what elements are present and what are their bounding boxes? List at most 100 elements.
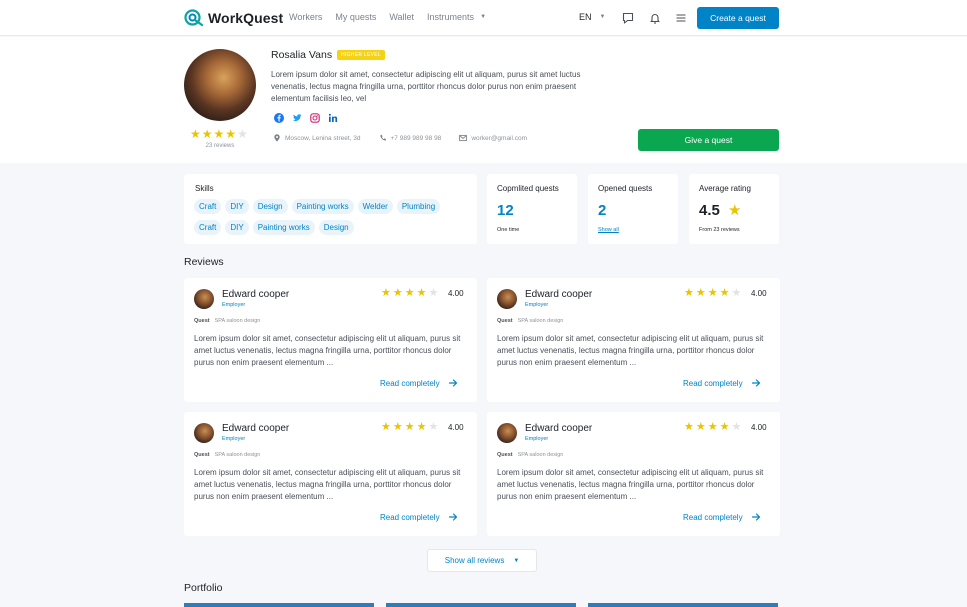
star-empty-icon: ★ (428, 421, 439, 433)
skill-tag[interactable]: Painting works (252, 220, 315, 235)
review-rating: ★ ★ ★ ★ ★ (381, 288, 440, 299)
completed-quests-sub: One time (497, 227, 520, 233)
arrow-right-icon (751, 378, 761, 388)
create-quest-button[interactable]: Create a quest (697, 7, 779, 29)
workquest-logo-icon (184, 9, 203, 26)
completed-quests-card: Copmlited quests 12 One time (487, 174, 577, 244)
show-all-reviews-button[interactable]: Show all reviews ▼ (427, 549, 537, 572)
reviewer-name[interactable]: Edward cooper (525, 289, 592, 300)
bell-icon[interactable] (648, 11, 662, 25)
email[interactable]: worker@gmail.com (459, 134, 527, 142)
reviewer-name[interactable]: Edward cooper (222, 289, 289, 300)
skill-tag[interactable]: Craft (194, 220, 222, 235)
star-icon: ★ (707, 287, 718, 299)
facebook-icon[interactable] (274, 113, 284, 123)
arrow-right-icon (448, 378, 458, 388)
skill-tag[interactable]: DIY (225, 220, 249, 235)
avatar (194, 289, 214, 309)
star-icon: ★ (201, 127, 213, 141)
language-select[interactable]: EN ▼ (579, 12, 605, 22)
portfolio-item[interactable] (588, 603, 778, 607)
review-card: Edward cooper Employer ★ ★ ★ ★ ★ 4.00 Quest S… (487, 278, 780, 402)
chevron-down-icon: ▼ (513, 557, 520, 564)
star-empty-icon: ★ (237, 127, 248, 141)
arrow-right-icon (751, 512, 761, 522)
star-icon: ★ (404, 287, 415, 299)
avatar (497, 289, 517, 309)
read-completely-label: Read completely (683, 378, 743, 388)
review-text: Lorem ipsum dolor sit amet, consectetur … (194, 468, 461, 501)
review-quest: Quest SPA saloon design (194, 452, 260, 458)
logo[interactable]: WorkQuest (184, 9, 283, 26)
contact-info: Moscow, Lenina street, 3d +7 989 989 98 … (273, 134, 545, 142)
read-completely-link[interactable]: Read completely (683, 378, 761, 388)
average-rating-value: 4.5 (699, 202, 720, 219)
twitter-icon[interactable] (292, 113, 302, 123)
read-completely-link[interactable]: Read completely (380, 378, 458, 388)
level-badge: HIGHER LEVEL (337, 50, 386, 60)
portfolio-item[interactable] (386, 603, 576, 607)
quest-label: Quest (497, 318, 513, 324)
profile-rating: ★ ★ ★ ★ ★ (190, 128, 249, 140)
star-empty-icon: ★ (731, 421, 742, 433)
skills-list: Craft DIY Design Painting works Welder P… (194, 199, 474, 241)
star-icon: ★ (719, 421, 730, 433)
skill-tag[interactable]: DIY (225, 199, 249, 214)
review-text: Lorem ipsum dolor sit amet, consectetur … (497, 468, 764, 501)
opened-quests-card: Opened quests 2 Show all (588, 174, 678, 244)
reviewer-name[interactable]: Edward cooper (525, 423, 592, 434)
star-icon: ★ (707, 421, 718, 433)
instagram-icon[interactable] (310, 113, 320, 123)
reviewer-role: Employer (222, 302, 246, 308)
reviewer-role: Employer (222, 436, 246, 442)
mail-icon (459, 134, 468, 142)
avatar (497, 423, 517, 443)
star-empty-icon: ★ (731, 287, 742, 299)
star-icon: ★ (695, 287, 706, 299)
profile-section: ★ ★ ★ ★ ★ 23 reviews Rosalia Vans HIGHER… (0, 37, 967, 163)
read-completely-link[interactable]: Read completely (683, 512, 761, 522)
nav-workers[interactable]: Workers (289, 12, 322, 22)
profile-description: Lorem ipsum dolor sit amet, consectetur … (271, 70, 581, 103)
review-quest: Quest SPA saloon design (497, 318, 563, 324)
profile-avatar (184, 49, 256, 121)
give-quest-button[interactable]: Give a quest (638, 129, 779, 151)
star-icon: ★ (719, 287, 730, 299)
skill-tag[interactable]: Welder (357, 199, 393, 214)
star-icon: ★ (213, 127, 225, 141)
review-score: 4.00 (751, 423, 767, 432)
skills-card: Skills Craft DIY Design Painting works W… (184, 174, 477, 244)
menu-icon[interactable] (674, 11, 688, 25)
quest-label: Quest (194, 452, 210, 458)
linkedin-icon[interactable] (328, 113, 338, 123)
show-all-quests-link[interactable]: Show all (598, 227, 619, 233)
main-nav: Workers My quests Wallet Instruments ▼ (289, 12, 499, 22)
reviews-title: Reviews (184, 256, 224, 268)
skill-tag[interactable]: Plumbing (396, 199, 441, 214)
skill-tag[interactable]: Painting works (291, 199, 354, 214)
opened-quests-title: Opened quests (598, 184, 653, 193)
skill-tag[interactable]: Design (252, 199, 288, 214)
review-score: 4.00 (448, 423, 464, 432)
review-text: Lorem ipsum dolor sit amet, consectetur … (194, 334, 461, 367)
portfolio-item[interactable] (184, 603, 374, 607)
nav-my-quests[interactable]: My quests (335, 12, 376, 22)
star-icon: ★ (392, 287, 403, 299)
top-header: WorkQuest Workers My quests Wallet Instr… (0, 0, 967, 36)
read-completely-link[interactable]: Read completely (380, 512, 458, 522)
nav-wallet[interactable]: Wallet (389, 12, 414, 22)
average-rating-card: Average rating 4.5 ★ From 23 reviews (689, 174, 779, 244)
star-icon: ★ (416, 421, 427, 433)
review-rating: ★ ★ ★ ★ ★ (684, 288, 743, 299)
opened-quests-value: 2 (598, 202, 607, 219)
email-text: worker@gmail.com (471, 134, 528, 142)
phone[interactable]: +7 989 989 98 98 (379, 134, 441, 142)
show-all-reviews-label: Show all reviews (444, 556, 505, 565)
reviewer-name[interactable]: Edward cooper (222, 423, 289, 434)
reviews-count: 23 reviews (205, 143, 235, 149)
chat-icon[interactable] (621, 11, 635, 25)
nav-instruments[interactable]: Instruments ▼ (427, 12, 486, 22)
social-links (274, 113, 346, 123)
skill-tag[interactable]: Design (318, 220, 354, 235)
skill-tag[interactable]: Craft (194, 199, 222, 214)
